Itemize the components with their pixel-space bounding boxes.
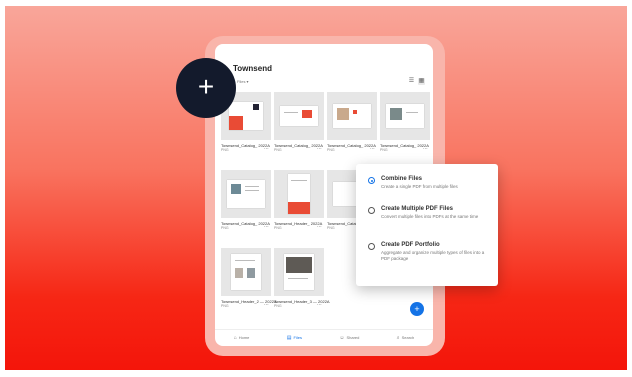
nav-search[interactable]: ⌕ Search xyxy=(397,335,415,341)
app-title: Townsend xyxy=(233,64,272,73)
file-card[interactable]: Townsend_Catalog_ 2022A PNG ⋯ xyxy=(380,92,430,153)
shared-icon: ☺ xyxy=(339,335,345,341)
option-title: Create Multiple PDF Files xyxy=(381,206,454,212)
hero-background: Townsend Files ▾ ☰ ▦ Townsend_Catalog_ 2… xyxy=(5,6,627,370)
more-icon[interactable]: ⋯ xyxy=(423,146,428,152)
file-card[interactable]: Townsend_Catalog_ 2022A PNG ⋯ xyxy=(221,170,271,231)
list-view-icon[interactable]: ☰ xyxy=(408,78,415,85)
nav-label: Shared xyxy=(346,335,360,340)
more-icon[interactable]: ⋯ xyxy=(317,302,322,308)
option-create-multiple-pdf[interactable]: Create Multiple PDF Files Convert multip… xyxy=(368,206,493,220)
files-dropdown[interactable]: Files ▾ xyxy=(237,79,249,84)
nav-files[interactable]: ▤ Files xyxy=(287,335,302,341)
nav-home[interactable]: ⌂ Home xyxy=(234,335,250,341)
file-thumbnail xyxy=(274,170,324,218)
option-combine-files[interactable]: Combine Files Create a single PDF from m… xyxy=(368,176,493,190)
radio-icon[interactable] xyxy=(368,243,375,250)
option-create-pdf-portfolio[interactable]: Create PDF Portfolio Aggregate and organ… xyxy=(368,242,493,262)
nav-label: Home xyxy=(238,335,250,340)
add-button[interactable]: + xyxy=(176,58,236,118)
file-card[interactable]: Townsend_Header_3 — 2022A PNG ⋯ xyxy=(274,248,330,309)
file-thumbnail xyxy=(380,92,430,140)
option-desc: Convert multiple files into PDFs at the … xyxy=(381,214,479,219)
option-title: Create PDF Portfolio xyxy=(381,242,440,248)
file-card[interactable]: Townsend_Header_2 — 2022A PNG ⋯ xyxy=(221,248,277,309)
more-icon[interactable]: ⋯ xyxy=(317,224,322,230)
view-toggle: ☰ ▦ xyxy=(408,78,425,85)
fab-add-button[interactable]: + xyxy=(410,302,424,316)
file-thumbnail xyxy=(327,92,377,140)
combine-options-menu: Combine Files Create a single PDF from m… xyxy=(356,164,498,286)
nav-shared[interactable]: ☺ Shared xyxy=(339,335,359,341)
option-desc: Create a single PDF from multiple files xyxy=(381,184,458,189)
files-icon: ▤ xyxy=(286,335,292,341)
home-icon: ⌂ xyxy=(233,335,237,341)
file-card[interactable]: Townsend_Catalog_ 2022A PNG ⋯ xyxy=(274,92,324,153)
nav-label: Files xyxy=(293,335,302,340)
more-icon[interactable]: ⋯ xyxy=(317,146,322,152)
more-icon[interactable]: ⋯ xyxy=(264,224,269,230)
file-thumbnail xyxy=(274,248,324,296)
nav-label: Search xyxy=(401,335,415,340)
more-icon[interactable]: ⋯ xyxy=(264,302,269,308)
file-card[interactable]: Townsend_Catalog_ 2022A PNG ⋯ xyxy=(327,92,377,153)
radio-selected-icon[interactable] xyxy=(368,177,375,184)
file-thumbnail xyxy=(221,170,271,218)
bottom-nav: ⌂ Home ▤ Files ☺ Shared ⌕ Search xyxy=(215,329,433,346)
more-icon[interactable]: ⋯ xyxy=(264,146,269,152)
option-title: Combine Files xyxy=(381,176,423,182)
file-thumbnail xyxy=(221,248,271,296)
grid-view-icon[interactable]: ▦ xyxy=(418,78,425,85)
file-thumbnail xyxy=(274,92,324,140)
search-icon: ⌕ xyxy=(396,335,400,341)
option-desc: Aggregate and organize multiple types of… xyxy=(381,250,485,261)
file-card[interactable]: Townsend_Header_ 2022A PNG ⋯ xyxy=(274,170,324,231)
radio-icon[interactable] xyxy=(368,207,375,214)
more-icon[interactable]: ⋯ xyxy=(370,146,375,152)
